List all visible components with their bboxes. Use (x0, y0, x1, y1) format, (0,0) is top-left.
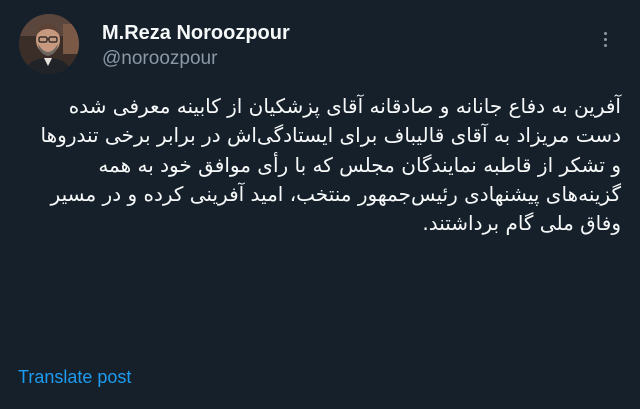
more-options-icon[interactable] (594, 28, 616, 50)
tweet-line: دست مریزاد به آقای قالیباف برای ایستادگی… (40, 123, 621, 148)
dot (603, 43, 607, 47)
author-handle[interactable]: @noroozpour (102, 47, 217, 71)
tweet-text: آفرین به دفاع جانانه و صادقانه آقای پزشک… (18, 92, 621, 238)
author-display-name[interactable]: M.Reza Noroozpour (102, 21, 290, 45)
tweet-line: آفرین به دفاع جانانه و صادقانه آقای پزشک… (68, 94, 621, 118)
tweet-line: و تشکر از قاطبه نمایندگان مجلس که با رأی… (50, 152, 621, 236)
dot (603, 37, 607, 41)
avatar[interactable] (19, 14, 79, 74)
translate-post-link[interactable]: Translate post (18, 366, 131, 388)
tweet-card: M.Reza Noroozpour @noroozpour آفرین به د… (0, 0, 640, 409)
profile-photo-icon (19, 14, 79, 74)
dot (603, 31, 607, 35)
